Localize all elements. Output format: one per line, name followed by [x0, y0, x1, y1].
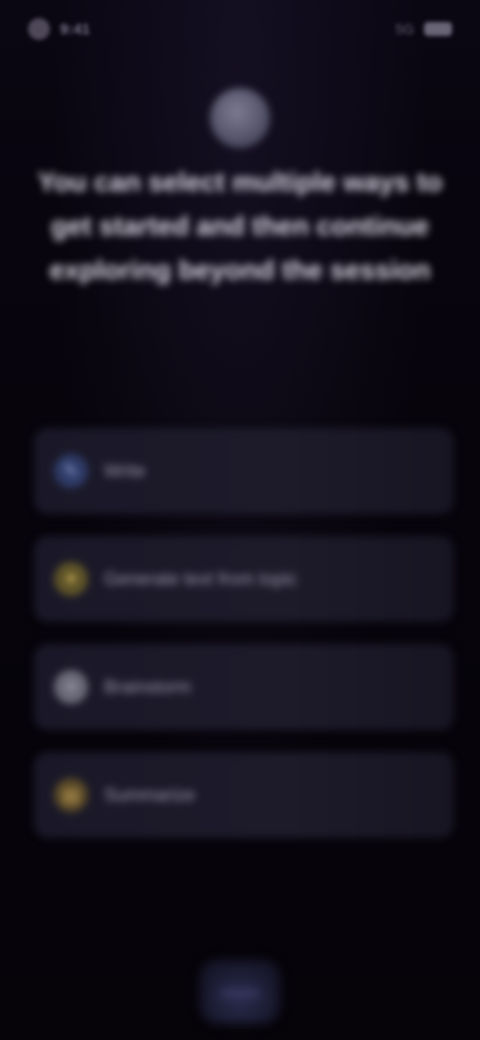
option-label: Summarize — [104, 784, 196, 805]
option-label: Brainstorm — [104, 676, 192, 697]
document-icon: ▤ — [54, 778, 88, 812]
option-generate-text[interactable]: ✦ Generate text from topic — [34, 536, 454, 622]
app-logo-icon — [210, 88, 270, 148]
bottom-action-button[interactable] — [200, 960, 280, 1024]
status-time: 9:41 — [60, 20, 91, 38]
status-left: 9:41 — [28, 18, 90, 40]
option-brainstorm[interactable]: ✧ Brainstorm — [34, 644, 454, 730]
battery-icon — [424, 22, 452, 36]
option-label: Generate text from topic — [104, 568, 298, 589]
option-label: Write — [104, 460, 146, 481]
page-headline: You can select multiple ways to get star… — [37, 167, 443, 285]
pencil-icon: ✎ — [54, 454, 88, 488]
status-signal: 5G — [395, 21, 414, 37]
sparkle-icon: ✧ — [54, 670, 88, 704]
option-list: ✎ Write ✦ Generate text from topic ✧ Bra… — [34, 428, 454, 838]
lightbulb-icon: ✦ — [54, 562, 88, 596]
option-summarize[interactable]: ▤ Summarize — [34, 752, 454, 838]
screen: 9:41 5G You can select multiple ways to … — [0, 0, 480, 1040]
status-bar: 9:41 5G — [28, 14, 452, 44]
avatar-dot-icon — [28, 18, 50, 40]
button-bar-icon — [220, 990, 260, 996]
option-write[interactable]: ✎ Write — [34, 428, 454, 514]
status-right: 5G — [395, 21, 452, 37]
